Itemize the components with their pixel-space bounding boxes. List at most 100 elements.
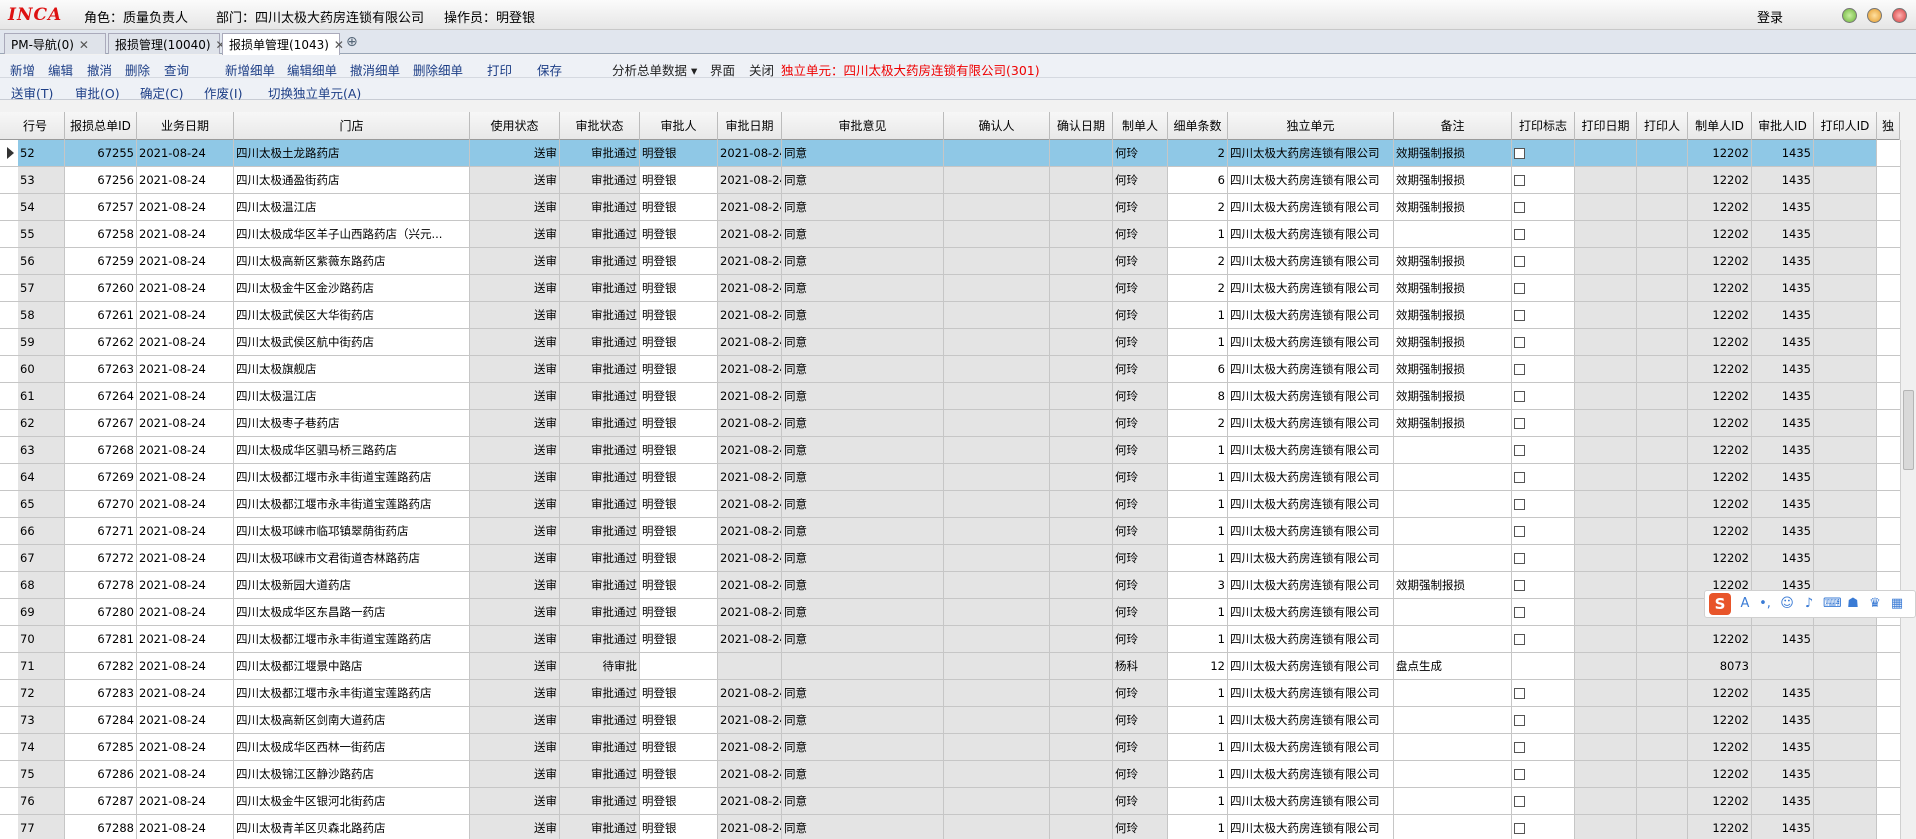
column-header[interactable]: 打印标志 bbox=[1512, 112, 1575, 140]
table-cell[interactable] bbox=[1814, 356, 1877, 382]
user-icon[interactable]: ☗ bbox=[1845, 596, 1861, 612]
table-cell[interactable]: 盘点生成 bbox=[1394, 653, 1512, 679]
table-cell[interactable]: 2021-08-24 bbox=[718, 545, 782, 571]
table-cell[interactable]: 明登银 bbox=[640, 788, 718, 814]
print-flag-cell[interactable] bbox=[1512, 356, 1575, 382]
table-cell[interactable]: 四川太极大药房连锁有限公司 bbox=[1228, 653, 1394, 679]
table-cell[interactable] bbox=[944, 572, 1050, 598]
analysis-dropdown[interactable]: 分析总单数据 ▾ bbox=[612, 60, 697, 79]
table-cell[interactable]: 1 bbox=[1168, 734, 1228, 760]
table-cell[interactable]: 12202 bbox=[1688, 356, 1752, 382]
table-cell[interactable]: 1 bbox=[1168, 761, 1228, 787]
table-cell[interactable] bbox=[1575, 194, 1637, 220]
close-icon[interactable] bbox=[1892, 8, 1907, 23]
table-cell[interactable]: 1 bbox=[1168, 437, 1228, 463]
table-cell[interactable]: 明登银 bbox=[640, 599, 718, 625]
tab-loss-order-management[interactable]: 报损单管理(1043) ✕ bbox=[222, 33, 344, 55]
column-header[interactable]: 细单条数 bbox=[1168, 112, 1228, 140]
table-cell[interactable] bbox=[1575, 302, 1637, 328]
keyboard-icon[interactable]: ⌨ bbox=[1823, 596, 1842, 612]
table-cell[interactable] bbox=[1394, 545, 1512, 571]
table-cell[interactable]: 2021-08-24 bbox=[718, 761, 782, 787]
table-row[interactable]: 67 67272 2021-08-24 四川太极邛崃市文君街道杏林路药店 送审 审批通过明… bbox=[0, 545, 1900, 572]
table-cell[interactable]: 69 bbox=[18, 599, 65, 625]
table-cell[interactable]: 何玲 bbox=[1113, 167, 1168, 193]
table-cell[interactable] bbox=[1394, 437, 1512, 463]
table-cell[interactable]: 同意 bbox=[782, 383, 944, 409]
add-detail-button[interactable]: 新增细单 bbox=[225, 60, 275, 79]
print-flag-checkbox[interactable] bbox=[1514, 310, 1525, 321]
table-cell[interactable] bbox=[1814, 140, 1877, 166]
table-cell[interactable]: 四川太极大药房连锁有限公司 bbox=[1228, 437, 1394, 463]
table-cell[interactable]: 67285 bbox=[65, 734, 137, 760]
table-cell[interactable] bbox=[1575, 437, 1637, 463]
table-cell[interactable]: 2021-08-24 bbox=[137, 626, 234, 652]
print-flag-cell[interactable] bbox=[1512, 626, 1575, 652]
print-flag-checkbox[interactable] bbox=[1514, 175, 1525, 186]
table-cell[interactable]: 送审 bbox=[470, 356, 560, 382]
table-cell[interactable] bbox=[1050, 356, 1113, 382]
column-header[interactable]: 确认日期 bbox=[1050, 112, 1113, 140]
table-cell[interactable]: 12202 bbox=[1688, 140, 1752, 166]
table-cell[interactable] bbox=[1814, 491, 1877, 517]
table-cell[interactable]: 四川太极高新区剑南大道药店 bbox=[234, 707, 470, 733]
table-cell[interactable] bbox=[944, 194, 1050, 220]
table-row[interactable]: 53 67256 2021-08-24 四川太极通盈街药店 送审 审批通过 明登银 2021-… bbox=[0, 167, 1900, 194]
table-cell[interactable]: 审批通过 bbox=[560, 626, 640, 652]
table-cell[interactable] bbox=[1050, 464, 1113, 490]
table-cell[interactable]: 四川太极武侯区大华街药店 bbox=[234, 302, 470, 328]
table-cell[interactable]: 67271 bbox=[65, 518, 137, 544]
table-cell[interactable] bbox=[1814, 275, 1877, 301]
table-row[interactable]: 66 67271 2021-08-24 四川太极邛崃市临邛镇翠荫街药店 送审 审批通过 明登… bbox=[0, 518, 1900, 545]
table-cell[interactable]: 1435 bbox=[1752, 356, 1814, 382]
table-cell[interactable]: 2021-08-24 bbox=[718, 221, 782, 247]
table-cell[interactable] bbox=[1637, 518, 1688, 544]
table-cell[interactable]: 12202 bbox=[1688, 410, 1752, 436]
undo-button[interactable]: 撤消 bbox=[87, 60, 112, 79]
login-link[interactable]: 登录 bbox=[1757, 7, 1783, 26]
table-cell[interactable]: 送审 bbox=[470, 788, 560, 814]
table-cell[interactable]: 审批通过 bbox=[560, 545, 640, 571]
table-cell[interactable]: 65 bbox=[18, 491, 65, 517]
table-cell[interactable]: 2021-08-24 bbox=[137, 788, 234, 814]
table-cell[interactable]: 四川太极大药房连锁有限公司 bbox=[1228, 356, 1394, 382]
edit-detail-button[interactable]: 编辑细单 bbox=[287, 60, 337, 79]
print-flag-cell[interactable] bbox=[1512, 788, 1575, 814]
table-cell[interactable]: 64 bbox=[18, 464, 65, 490]
table-cell[interactable] bbox=[1814, 815, 1877, 839]
table-cell[interactable]: 2 bbox=[1168, 140, 1228, 166]
table-cell[interactable] bbox=[944, 788, 1050, 814]
table-cell[interactable]: 2021-08-24 bbox=[137, 221, 234, 247]
table-row[interactable]: 74 67285 2021-08-24 四川太极成华区西林一街药店 送审 审批通过 明登银 2… bbox=[0, 734, 1900, 761]
table-cell[interactable]: 何玲 bbox=[1113, 761, 1168, 787]
table-cell[interactable]: 送审 bbox=[470, 734, 560, 760]
table-cell[interactable] bbox=[944, 599, 1050, 625]
table-cell[interactable] bbox=[1814, 383, 1877, 409]
table-cell[interactable]: 2 bbox=[1168, 248, 1228, 274]
table-cell[interactable]: 四川太极锦江区静沙路药店 bbox=[234, 761, 470, 787]
table-cell[interactable]: 审批通过 bbox=[560, 572, 640, 598]
table-cell[interactable]: 1435 bbox=[1752, 626, 1814, 652]
table-cell[interactable] bbox=[1050, 491, 1113, 517]
table-cell[interactable] bbox=[1814, 221, 1877, 247]
table-cell[interactable]: 2 bbox=[1168, 194, 1228, 220]
table-cell[interactable]: 12202 bbox=[1688, 221, 1752, 247]
table-cell[interactable]: 67278 bbox=[65, 572, 137, 598]
table-cell[interactable]: 2021-08-24 bbox=[137, 680, 234, 706]
table-cell[interactable] bbox=[944, 626, 1050, 652]
table-cell[interactable]: 6 bbox=[1168, 356, 1228, 382]
table-cell[interactable] bbox=[1575, 788, 1637, 814]
table-cell[interactable]: 审批通过 bbox=[560, 734, 640, 760]
table-cell[interactable]: 明登银 bbox=[640, 140, 718, 166]
table-cell[interactable]: 同意 bbox=[782, 734, 944, 760]
table-cell[interactable]: 何玲 bbox=[1113, 410, 1168, 436]
table-cell[interactable] bbox=[1575, 626, 1637, 652]
table-cell[interactable] bbox=[1575, 491, 1637, 517]
table-cell[interactable]: 四川太极成华区西林一街药店 bbox=[234, 734, 470, 760]
table-cell[interactable] bbox=[944, 275, 1050, 301]
table-cell[interactable] bbox=[1814, 653, 1877, 679]
table-cell[interactable]: 12202 bbox=[1688, 788, 1752, 814]
table-cell[interactable]: 送审 bbox=[470, 680, 560, 706]
column-header[interactable]: 制单人 bbox=[1113, 112, 1168, 140]
table-cell[interactable]: 同意 bbox=[782, 599, 944, 625]
